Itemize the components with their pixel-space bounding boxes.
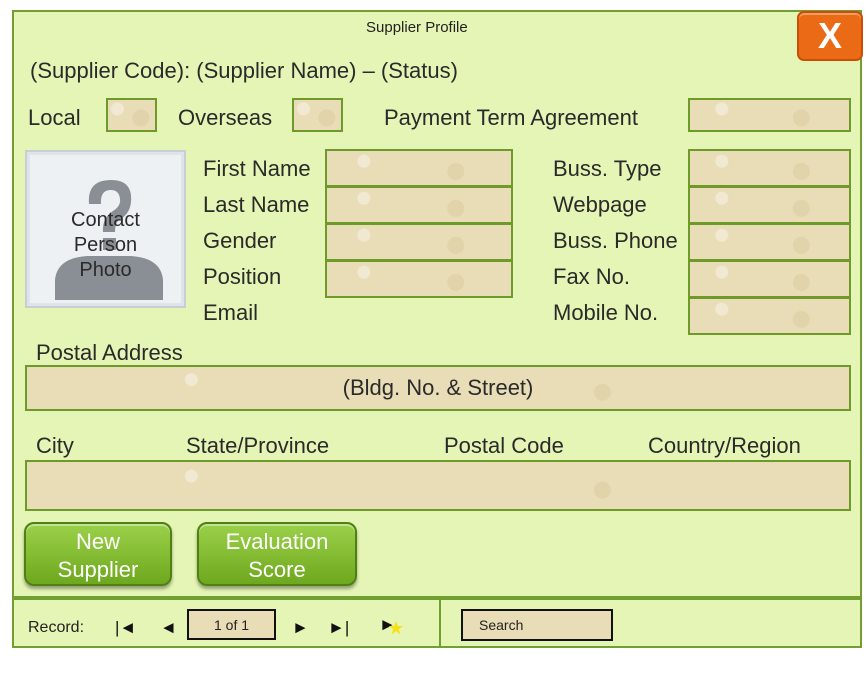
previous-record-button[interactable]: ◄ (160, 618, 177, 638)
new-supplier-button[interactable]: New Supplier (24, 522, 172, 586)
postal-code-label: Postal Code (444, 433, 564, 458)
photo-label-line3: Photo (79, 259, 132, 281)
new-supplier-line1: New (75, 529, 120, 554)
overseas-field[interactable] (292, 98, 343, 132)
evaluation-score-button[interactable]: Evaluation Score (197, 522, 357, 586)
record-position-field[interactable]: 1 of 1 (187, 609, 276, 640)
state-label: State/Province (186, 433, 330, 458)
gender-field[interactable] (325, 223, 513, 261)
street-field[interactable]: (Bldg. No. & Street) (25, 365, 851, 411)
position-field[interactable] (325, 260, 513, 298)
email-label: Email (203, 300, 259, 325)
first-record-button[interactable]: |◄ (115, 618, 136, 638)
mobile-field[interactable] (688, 297, 851, 335)
city-label: City (36, 433, 74, 458)
mobile-label: Mobile No. (553, 300, 659, 325)
first-name-label: First Name (203, 156, 311, 181)
first-name-field[interactable] (325, 149, 513, 187)
fax-field[interactable] (688, 260, 851, 298)
record-label: Record: (28, 619, 85, 636)
search-field[interactable]: Search (461, 609, 613, 641)
last-name-label: Last Name (203, 192, 310, 217)
next-record-button[interactable]: ► (292, 618, 309, 638)
supplier-header: (Supplier Code): (Supplier Name) – (Stat… (30, 58, 458, 83)
window-title: Supplier Profile (366, 19, 468, 36)
last-name-field[interactable] (325, 186, 513, 224)
last-record-button[interactable]: ►| (328, 618, 349, 638)
city-state-postal-country-field[interactable] (25, 460, 851, 511)
overseas-label: Overseas (178, 105, 273, 130)
buss-phone-label: Buss. Phone (553, 228, 678, 253)
postal-address-label: Postal Address (36, 340, 183, 365)
record-navigation-bar (12, 598, 862, 648)
payment-term-label: Payment Term Agreement (384, 105, 638, 130)
new-supplier-line2: Supplier (57, 557, 139, 582)
contact-person-photo[interactable]: Contact Person Photo (25, 150, 186, 308)
country-label: Country/Region (648, 433, 801, 458)
photo-label-line2: Person (73, 234, 138, 256)
payment-term-field[interactable] (688, 98, 851, 132)
position-label: Position (203, 264, 282, 289)
close-button[interactable]: X (797, 11, 863, 61)
buss-phone-field[interactable] (688, 223, 851, 261)
nav-divider (439, 600, 441, 646)
local-field[interactable] (106, 98, 157, 132)
new-record-star-icon (389, 621, 403, 635)
evaluation-score-line1: Evaluation (225, 529, 329, 554)
buss-type-label: Buss. Type (553, 156, 662, 181)
local-label: Local (28, 105, 81, 130)
fax-label: Fax No. (553, 264, 631, 289)
webpage-label: Webpage (553, 192, 647, 217)
gender-label: Gender (203, 228, 277, 253)
evaluation-score-line2: Score (248, 557, 306, 582)
photo-label-line1: Contact (71, 209, 140, 231)
webpage-field[interactable] (688, 186, 851, 224)
buss-type-field[interactable] (688, 149, 851, 187)
new-record-button[interactable]: ► (379, 615, 403, 635)
